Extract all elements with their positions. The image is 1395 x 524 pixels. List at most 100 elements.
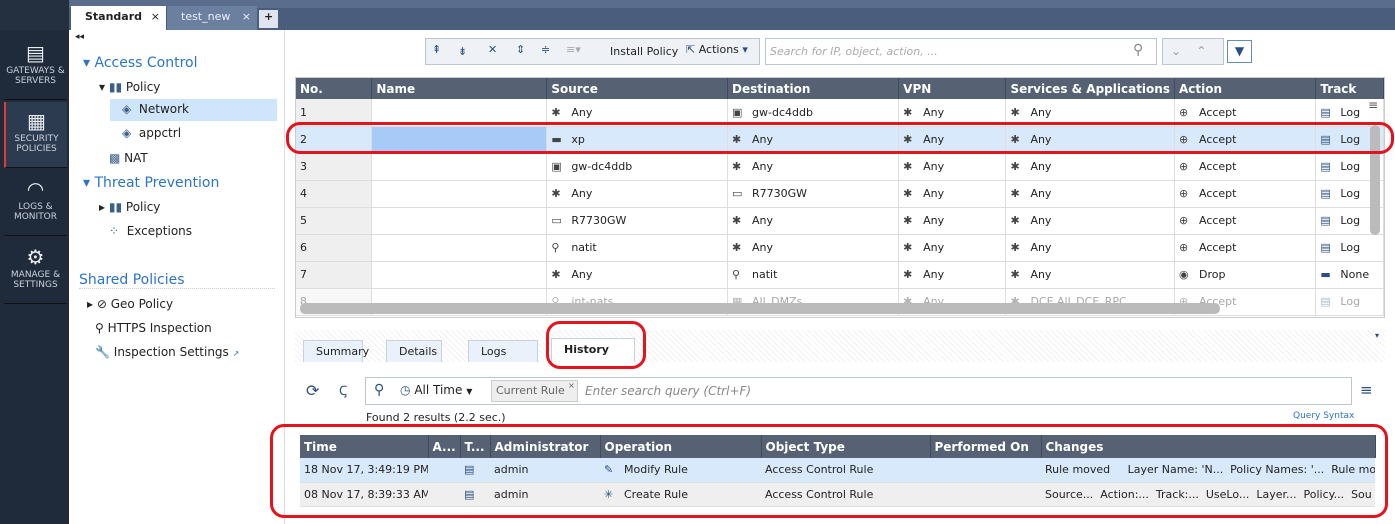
column-header[interactable]: VPN bbox=[898, 78, 1007, 99]
rule-cell[interactable]: ⚲ natit bbox=[727, 261, 900, 289]
tab-summary[interactable]: Summary bbox=[303, 340, 369, 362]
section-menu-icon[interactable]: ≡▾ bbox=[566, 43, 581, 56]
rule-cell[interactable]: ▭ R7730GW bbox=[546, 207, 729, 235]
tab-test-new[interactable]: test_new × bbox=[167, 6, 257, 30]
nav-manage-settings[interactable]: ⚙ MANAGE & SETTINGS bbox=[4, 238, 67, 304]
close-icon[interactable]: × bbox=[151, 10, 160, 23]
rule-cell[interactable]: ✱ Any bbox=[546, 261, 729, 289]
chevron-up-icon[interactable]: ⌃ bbox=[1196, 44, 1206, 58]
column-header[interactable]: Track bbox=[1315, 78, 1384, 99]
rule-action[interactable]: ⊕ Accept bbox=[1174, 153, 1317, 181]
tree-https-inspection[interactable]: ⚲ HTTPS Inspection bbox=[95, 321, 212, 335]
rule-row[interactable]: 5 ▭ R7730GW ✱ Any ✱ Any ✱ Any ⊕ Accept ▤ Log bbox=[296, 207, 1384, 235]
column-header[interactable]: Services & Applications bbox=[1005, 78, 1175, 99]
rule-action[interactable]: ⊕ Accept bbox=[1174, 234, 1317, 262]
rule-cell[interactable]: ✱ Any bbox=[1005, 153, 1175, 181]
time-filter-dropdown[interactable]: ◷ All Time ▼ bbox=[400, 383, 472, 397]
filter-button[interactable]: ▼ bbox=[1227, 40, 1252, 63]
rule-row[interactable]: 4 ✱ Any ▭ R7730GW ✱ Any ✱ Any ⊕ Accept ▤ Log bbox=[296, 180, 1384, 208]
rule-action[interactable]: ⊕ Accept bbox=[1174, 207, 1317, 235]
column-menu-icon[interactable]: ≡ bbox=[1368, 98, 1378, 112]
tree-access-control[interactable]: ▾ Access Control bbox=[83, 55, 197, 71]
rule-cell[interactable]: ✱ Any bbox=[1005, 234, 1175, 262]
tree-appctrl[interactable]: ◈ appctrl bbox=[122, 126, 181, 140]
tree-network[interactable]: ◈ Network bbox=[110, 99, 277, 121]
tree-geo-policy[interactable]: ▸ ⊘ Geo Policy bbox=[87, 297, 173, 311]
collapse-icon[interactable]: ≑ bbox=[541, 43, 550, 56]
rule-track[interactable]: ▤ Log bbox=[1315, 234, 1384, 262]
rule-cell[interactable]: ▭ R7730GW bbox=[727, 180, 900, 208]
rule-row[interactable]: 7 ✱ Any ⚲ natit ✱ Any ✱ Any ◉ Drop ▬ None bbox=[296, 261, 1384, 289]
rule-name[interactable] bbox=[371, 261, 548, 289]
nav-logs-monitor[interactable]: ◠ LOGS & MONITOR bbox=[4, 170, 67, 236]
rule-cell[interactable]: ✱ Any bbox=[1005, 207, 1175, 235]
rule-name[interactable] bbox=[371, 207, 548, 235]
tab-standard[interactable]: Standard × bbox=[71, 6, 166, 30]
tree-nat[interactable]: ▩ NAT bbox=[109, 151, 148, 165]
clear-search-icon[interactable]: Ꞔ bbox=[339, 381, 347, 399]
rule-cell[interactable]: ✱ Any bbox=[898, 207, 1007, 235]
rule-track[interactable]: ▬ None bbox=[1315, 261, 1384, 289]
refresh-icon[interactable]: ⟳ bbox=[306, 381, 319, 400]
rule-cell[interactable]: ✱ Any bbox=[727, 207, 900, 235]
rule-name[interactable] bbox=[371, 234, 548, 262]
rule-cell[interactable]: ▣ gw-dc4ddb bbox=[546, 153, 729, 181]
rule-cell[interactable]: ✱ Any bbox=[898, 234, 1007, 262]
expand-icon[interactable]: ⇕ bbox=[516, 43, 525, 56]
tab-details[interactable]: Details bbox=[386, 340, 442, 362]
rule-search-input[interactable]: Search for IP, object, action, ... bbox=[765, 38, 1157, 65]
tree-exceptions[interactable]: ⁘ Exceptions bbox=[109, 224, 192, 238]
column-header[interactable]: Destination bbox=[727, 78, 900, 99]
nav-gateways-servers[interactable]: ▤ GATEWAYS & SERVERS bbox=[4, 34, 67, 100]
history-search-input[interactable]: Enter search query (Ctrl+F) bbox=[585, 384, 751, 398]
query-syntax-link[interactable]: Query Syntax bbox=[1293, 411, 1354, 421]
menu-icon[interactable]: ≡ bbox=[1360, 381, 1373, 399]
column-header[interactable]: Source bbox=[546, 78, 729, 99]
document-tabs: Standard × test_new × + bbox=[69, 0, 1395, 30]
collapse-panel-icon[interactable]: ▾ bbox=[1375, 331, 1379, 340]
actions-button[interactable]: ⇱ Actions ▾ bbox=[686, 43, 748, 56]
chevron-down-icon[interactable]: ⌄ bbox=[1171, 44, 1181, 58]
tree-policy[interactable]: ▾ ▮▮ Policy bbox=[99, 80, 160, 94]
external-link-icon[interactable]: ↗ bbox=[233, 349, 240, 358]
tree-threat-prevention[interactable]: ▾ Threat Prevention bbox=[83, 175, 219, 191]
install-policy-button[interactable]: Install Policy bbox=[610, 45, 678, 58]
log-icon: ▤ bbox=[1320, 105, 1331, 119]
column-header[interactable]: No. bbox=[296, 78, 373, 99]
rule-name[interactable] bbox=[371, 180, 548, 208]
tab-logs[interactable]: Logs bbox=[468, 340, 538, 362]
collapse-icon[interactable]: ◂◂ bbox=[75, 32, 84, 42]
close-icon[interactable]: × bbox=[242, 10, 251, 23]
rule-action[interactable]: ◉ Drop bbox=[1174, 261, 1317, 289]
new-tab-button[interactable]: + bbox=[259, 10, 279, 28]
close-icon[interactable]: × bbox=[568, 381, 575, 390]
rule-row[interactable]: 3 ▣ gw-dc4ddb ✱ Any ✱ Any ✱ Any ⊕ Accept ▤ Log bbox=[296, 153, 1384, 181]
search-icon[interactable]: ⚲ bbox=[374, 382, 384, 398]
rule-track[interactable]: ▤ Log bbox=[1315, 288, 1384, 316]
policy-icon: ▮▮ bbox=[108, 200, 123, 214]
rule-cell[interactable]: ✱ Any bbox=[898, 153, 1007, 181]
rule-cell[interactable]: ⚲ natit bbox=[546, 234, 729, 262]
rule-name[interactable] bbox=[371, 153, 548, 181]
column-header[interactable]: Name bbox=[371, 78, 548, 99]
rule-row[interactable]: 6 ⚲ natit ✱ Any ✱ Any ✱ Any ⊕ Accept ▤ Log bbox=[296, 234, 1384, 262]
horizontal-scrollbar[interactable] bbox=[300, 303, 1220, 314]
rule-cell[interactable]: ✱ Any bbox=[898, 261, 1007, 289]
add-rule-below-icon[interactable]: ⇟ bbox=[458, 45, 467, 58]
rule-cell[interactable]: ✱ Any bbox=[1005, 261, 1175, 289]
nav-security-policies[interactable]: ▦ SECURITY POLICIES bbox=[4, 102, 67, 168]
rule-action[interactable]: ⊕ Accept bbox=[1174, 180, 1317, 208]
rule-cell[interactable]: ✱ Any bbox=[546, 180, 729, 208]
column-header[interactable]: Action bbox=[1174, 78, 1317, 99]
search-icon[interactable]: ⚲ bbox=[1133, 42, 1143, 58]
current-rule-chip[interactable]: Current Rule × bbox=[491, 380, 578, 402]
add-rule-above-icon[interactable]: ⇞ bbox=[432, 43, 441, 56]
rule-cell[interactable]: ✱ Any bbox=[898, 180, 1007, 208]
tree-tp-policy[interactable]: ▸ ▮▮ Policy bbox=[99, 200, 160, 214]
rule-cell[interactable]: ✱ Any bbox=[727, 153, 900, 181]
rule-cell[interactable]: ✱ Any bbox=[727, 234, 900, 262]
delete-icon[interactable]: ✕ bbox=[488, 43, 497, 56]
tree-inspection-settings[interactable]: 🔧 Inspection Settings ↗ bbox=[95, 345, 239, 359]
tree-shared-policies[interactable]: Shared Policies bbox=[79, 272, 275, 289]
rule-cell[interactable]: ✱ Any bbox=[1005, 180, 1175, 208]
